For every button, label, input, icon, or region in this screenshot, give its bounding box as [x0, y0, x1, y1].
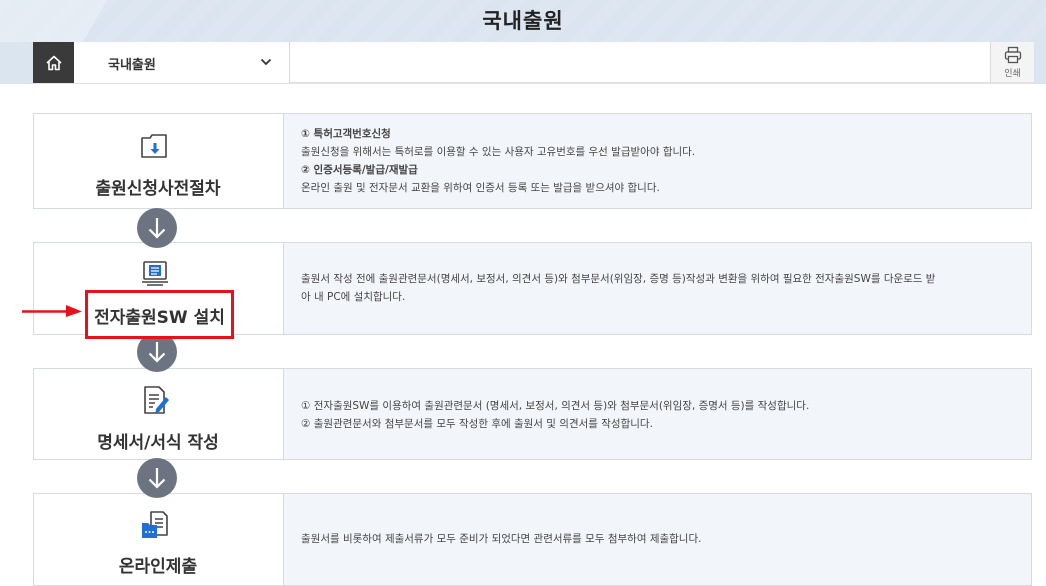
desc-line: 출원서를 비롯하여 제출서류가 모두 준비가 되었다면 관련서류를 모두 첨부하…	[301, 533, 702, 545]
home-button[interactable]	[33, 42, 74, 83]
computer-install-icon	[142, 261, 168, 286]
menu-dropdown[interactable]: 국내출원	[74, 42, 290, 83]
flow-arrow	[137, 208, 177, 248]
desc-line: ① 전자출원SW를 이용하여 출원관련문서 (명세서, 보정서, 의견서 등)와…	[301, 400, 810, 412]
chevron-down-icon	[260, 58, 272, 66]
desc-line: ② 인증서등록/발급/재발급	[301, 164, 418, 176]
flow-arrow	[137, 458, 177, 498]
arrow-down-icon	[148, 468, 166, 489]
step-3-title: 명세서/서식 작성	[97, 433, 219, 453]
step-1-title: 출원신청사전절차	[95, 179, 221, 199]
document-edit-icon	[144, 386, 169, 414]
print-button[interactable]: 인쇄	[990, 42, 1034, 83]
step-1-description: ① 특허고객번호신청 출원신청을 위해서는 특허로를 이용할 수 있는 사용자 …	[284, 114, 1031, 208]
step-4-header: 온라인제출	[34, 494, 284, 585]
step-4-title: 온라인제출	[118, 557, 198, 577]
desc-line: 온라인 출원 및 전자문서 교환을 위하여 인증서 등록 또는 발급을 받으셔야…	[301, 182, 660, 194]
red-pointer-arrow	[22, 305, 82, 317]
step-pre-application: 출원신청사전절차 ① 특허고객번호신청 출원신청을 위해서는 특허로를 이용할 …	[33, 113, 1032, 209]
page-title: 국내출원	[482, 9, 564, 33]
folder-document-icon	[142, 511, 168, 538]
step-2-description: 출원서 작성 전에 출원관련문서(명세서, 보정서, 의견서 등)와 첨부문서(…	[284, 243, 1031, 334]
step-4-description: 출원서를 비롯하여 제출서류가 모두 준비가 되었다면 관련서류를 모두 첨부하…	[284, 494, 1031, 585]
desc-line: 출원서 작성 전에 출원관련문서(명세서, 보정서, 의견서 등)와 첨부문서(…	[301, 273, 936, 285]
home-icon	[45, 55, 62, 70]
step-document-writing: 명세서/서식 작성 ① 전자출원SW를 이용하여 출원관련문서 (명세서, 보정…	[33, 368, 1032, 460]
page-banner: 국내출원	[0, 0, 1046, 42]
folder-download-icon	[141, 134, 167, 158]
highlighted-step-title: 전자출원SW 설치	[85, 290, 234, 339]
desc-line: 아 내 PC에 설치합니다.	[301, 291, 406, 303]
desc-line: ② 출원관련문서와 첨부문서를 모두 작성한 후에 출원서 및 의견서를 작성합…	[301, 418, 653, 430]
step-2-title: 전자출원SW 설치	[94, 308, 225, 328]
desc-line: 출원신청을 위해서는 특허로를 이용할 수 있는 사용자 고유번호를 우선 발급…	[301, 146, 696, 158]
printer-icon	[1004, 46, 1022, 64]
step-1-header: 출원신청사전절차	[34, 114, 284, 208]
step-online-submission: 온라인제출 출원서를 비롯하여 제출서류가 모두 준비가 되었다면 관련서류를 …	[33, 493, 1032, 586]
print-label: 인쇄	[1004, 69, 1021, 79]
navigation-bar: 국내출원 인쇄	[0, 42, 1046, 84]
arrow-down-icon	[148, 218, 166, 239]
navbar-spacer	[290, 42, 990, 83]
step-3-header: 명세서/서식 작성	[34, 369, 284, 459]
arrow-down-icon	[148, 342, 166, 363]
menu-dropdown-label: 국내출원	[108, 58, 156, 73]
desc-line: ① 특허고객번호신청	[301, 128, 391, 140]
step-3-description: ① 전자출원SW를 이용하여 출원관련문서 (명세서, 보정서, 의견서 등)와…	[284, 369, 1031, 459]
